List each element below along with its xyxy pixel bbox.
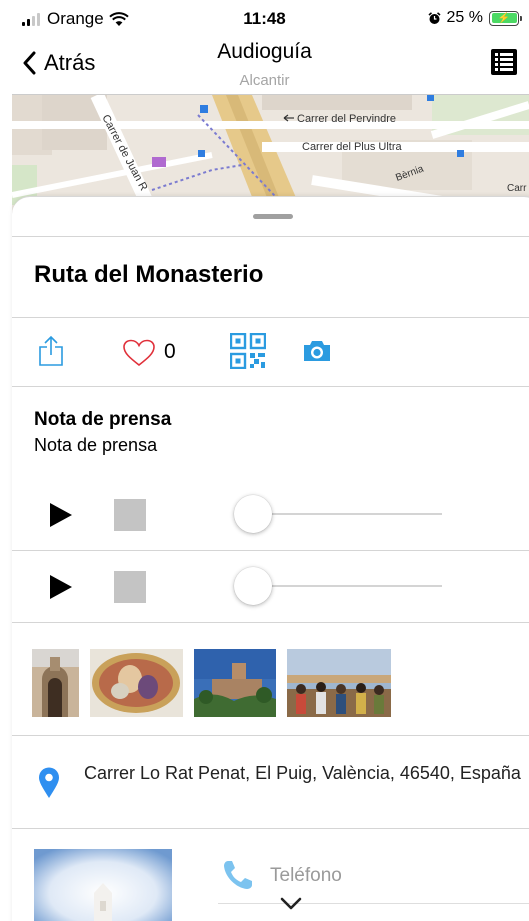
camera-icon (304, 341, 330, 361)
qr-code-icon (229, 332, 267, 370)
divider (12, 386, 529, 387)
like-button[interactable] (122, 339, 156, 372)
progress-slider-knob[interactable] (234, 495, 272, 533)
play-button[interactable] (50, 503, 72, 527)
location-pin-icon (39, 767, 59, 798)
battery-icon: ⚡ (489, 10, 522, 26)
list-menu-button[interactable] (491, 49, 517, 75)
address-text: Carrer Lo Rat Penat, El Puig, València, … (84, 763, 521, 783)
divider (12, 236, 529, 237)
phone-label: Teléfono (270, 865, 342, 886)
share-icon (39, 335, 63, 366)
divider (218, 903, 529, 904)
page-title: Audioguía (217, 40, 312, 63)
divider (12, 550, 529, 551)
heart-icon (123, 339, 155, 367)
progress-track[interactable] (252, 513, 442, 515)
status-bar: Orange 11:48 25 % ⚡ (0, 0, 529, 40)
address-row[interactable]: Carrer Lo Rat Penat, El Puig, València, … (34, 761, 529, 821)
nav-bar: Atrás Audioguía Alcantir (0, 38, 529, 94)
gallery-thumb-group[interactable] (287, 649, 391, 717)
audio-player (12, 557, 529, 617)
qr-code-button[interactable] (229, 332, 267, 374)
gallery-thumb-portal[interactable] (32, 649, 79, 717)
chevron-down-icon[interactable] (280, 897, 302, 916)
action-bar: 0 (12, 319, 529, 385)
share-button[interactable] (38, 335, 64, 372)
progress-slider-knob[interactable] (234, 567, 272, 605)
camera-button[interactable] (302, 339, 332, 368)
contact-photo (34, 849, 172, 921)
map-label-pervindre: Carrer del Pervindre (297, 113, 396, 125)
route-title: Ruta del Monasterio (34, 261, 264, 288)
map-label-carr: Carr (507, 183, 527, 194)
divider (12, 317, 529, 318)
page-subtitle: Alcantir (239, 72, 290, 89)
divider (12, 622, 529, 623)
alarm-icon (428, 11, 441, 24)
progress-track[interactable] (252, 585, 442, 587)
phone-row[interactable]: Teléfono (218, 861, 529, 905)
like-count: 0 (164, 340, 176, 363)
gallery-thumb-fresco[interactable] (90, 649, 183, 717)
stop-button[interactable] (114, 499, 146, 531)
divider (12, 735, 529, 736)
battery-percent: 25 % (446, 9, 483, 26)
status-right: 25 % ⚡ (428, 9, 522, 27)
detail-sheet: Ruta del Monasterio 0 Nota de prensa Not… (12, 196, 529, 921)
gallery-thumb-tower[interactable] (194, 649, 276, 717)
nota-subtitle: Nota de prensa (34, 435, 158, 455)
map-label-plus-ultra: Carrer del Plus Ultra (302, 141, 403, 153)
stop-button[interactable] (114, 571, 146, 603)
sheet-grabber[interactable] (253, 214, 293, 219)
divider (12, 828, 529, 829)
play-button[interactable] (50, 575, 72, 599)
nota-title: Nota de prensa (34, 409, 172, 430)
audio-player (12, 485, 529, 545)
phone-icon (224, 861, 252, 889)
